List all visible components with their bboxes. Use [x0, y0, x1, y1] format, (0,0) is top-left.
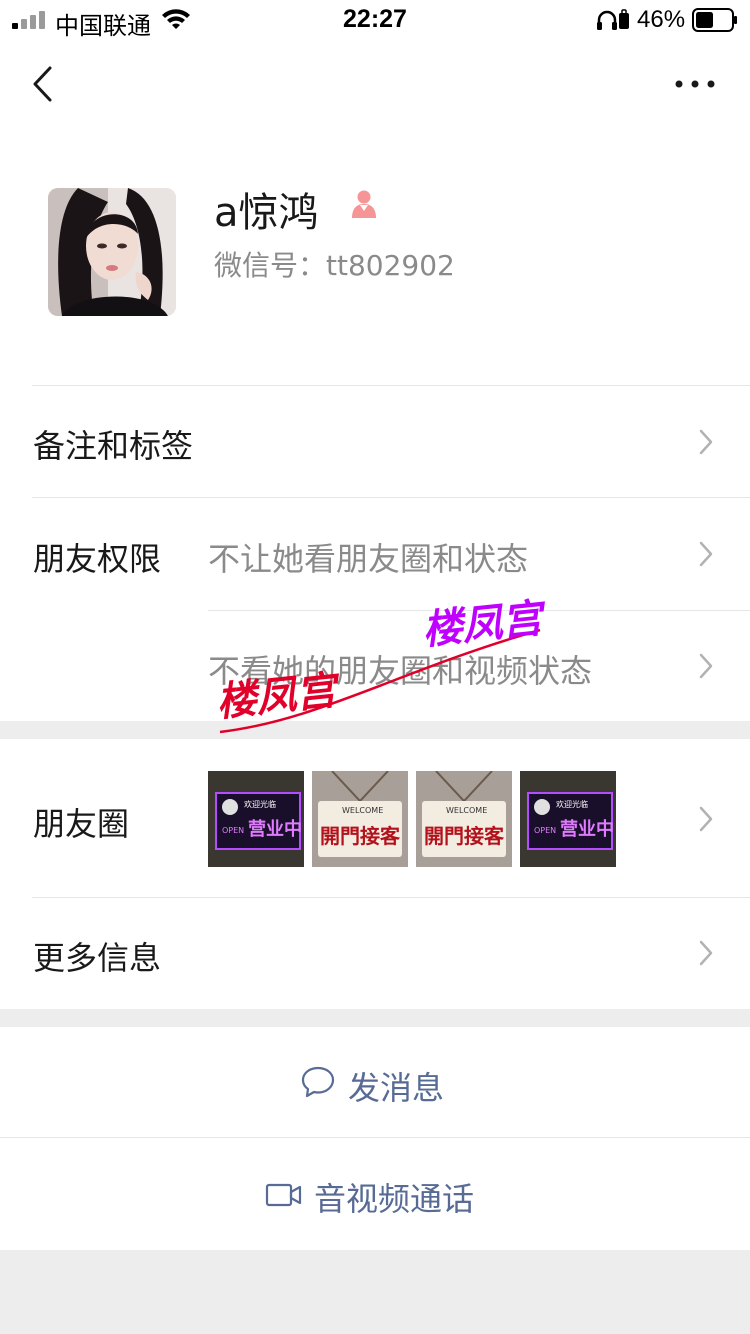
video-call-label: 音视频通话 — [314, 1180, 475, 1218]
moments-group: 朋友圈 欢迎光临 OPEN 营业中 WELCOME 開門接客 WELCOME 開… — [0, 739, 750, 1009]
battery-icon — [692, 8, 737, 32]
thumb-caption: 開門接客 — [424, 824, 505, 848]
video-camera-icon — [265, 1183, 302, 1207]
send-message-button[interactable]: 发消息 — [0, 1027, 750, 1139]
nav-bar — [0, 40, 750, 130]
chevron-right-icon — [699, 940, 713, 966]
thumb-caption: 開門接客 — [320, 824, 401, 848]
avatar-photo — [48, 188, 176, 316]
remarks-label: 备注和标签 — [33, 427, 194, 465]
rotation-lock-icon — [619, 9, 629, 29]
wechat-id: 微信号：tt802902 — [214, 249, 455, 282]
settings-group: 备注和标签 朋友权限 不让她看朋友圈和状态 不看她的朋友圈和视频状态 — [0, 386, 750, 721]
moments-row[interactable]: 朋友圈 欢迎光临 OPEN 营业中 WELCOME 開門接客 WELCOME 開… — [0, 739, 750, 897]
status-bar: 中国联通 22:27 46% — [0, 0, 750, 40]
moments-label: 朋友圈 — [33, 805, 130, 843]
video-call-button[interactable]: 音视频通话 — [0, 1138, 750, 1250]
back-button[interactable] — [28, 64, 58, 104]
avatar[interactable] — [48, 188, 176, 316]
thumb-top-text: 欢迎光临 — [556, 799, 588, 809]
moments-thumbnail: 欢迎光临 OPEN 营业中 — [208, 771, 304, 867]
chevron-right-icon — [699, 541, 713, 567]
chevron-right-icon — [699, 806, 713, 832]
thumb-caption: 营业中 — [560, 818, 614, 840]
thumb-tag: OPEN — [222, 826, 244, 835]
permission-hide-her-moments: 不看她的朋友圈和视频状态 — [208, 652, 593, 690]
thumb-tag: WELCOME — [342, 806, 383, 815]
permission-row-hide-theirs[interactable]: 不看她的朋友圈和视频状态 — [0, 611, 750, 721]
battery-percentage: 46% — [637, 6, 686, 33]
profile-card: a惊鸿 微信号：tt802902 — [0, 130, 750, 386]
thumb-caption: 营业中 — [248, 818, 302, 840]
chat-bubble-icon — [301, 1066, 335, 1098]
thumb-tag: WELCOME — [446, 806, 487, 815]
more-info-row[interactable]: 更多信息 — [0, 898, 750, 1009]
more-options-button[interactable] — [670, 70, 720, 98]
contact-name: a惊鸿 — [214, 190, 319, 236]
moments-thumbnail: 欢迎光临 OPEN 营业中 — [520, 771, 616, 867]
moments-thumbnail: WELCOME 開門接客 — [416, 771, 512, 867]
permission-hide-my-moments: 不让她看朋友圈和状态 — [208, 540, 529, 578]
female-icon — [352, 190, 376, 218]
chevron-right-icon — [699, 653, 713, 679]
moments-thumbnail: WELCOME 開門接客 — [312, 771, 408, 867]
remarks-and-tags-row[interactable]: 备注和标签 — [0, 386, 750, 497]
chevron-right-icon — [699, 429, 713, 455]
permissions-label: 朋友权限 — [33, 540, 162, 578]
headphone-icon — [597, 10, 617, 30]
more-info-label: 更多信息 — [33, 939, 162, 977]
permission-row-moments[interactable]: 朋友权限 不让她看朋友圈和状态 — [0, 498, 750, 609]
send-message-label: 发消息 — [348, 1069, 445, 1107]
thumb-tag: OPEN — [534, 826, 556, 835]
thumb-top-text: 欢迎光临 — [244, 799, 276, 809]
